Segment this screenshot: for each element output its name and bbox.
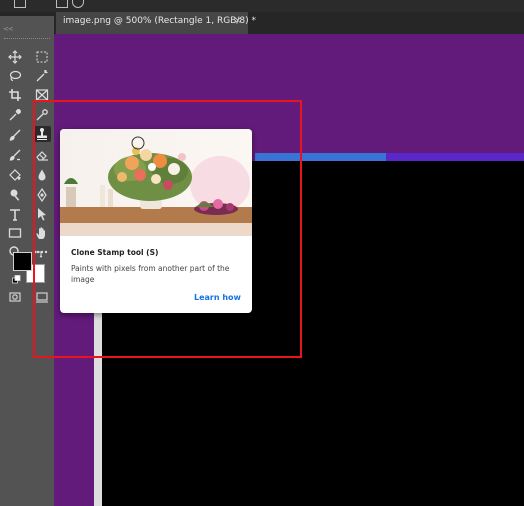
move-tool[interactable] — [6, 49, 24, 65]
highlight-box — [33, 100, 302, 358]
magic-wand-icon — [36, 70, 48, 82]
settings-icon[interactable] — [72, 0, 84, 8]
crop-icon — [9, 89, 21, 101]
eyedropper-icon — [9, 109, 21, 121]
options-bar — [0, 0, 524, 12]
move-icon — [8, 50, 22, 64]
quick-mask-button[interactable] — [6, 289, 24, 305]
close-icon[interactable]: × — [234, 16, 242, 26]
lasso-tool[interactable] — [6, 68, 24, 84]
dodge-icon — [10, 189, 20, 201]
foreground-color-swatch[interactable] — [13, 252, 32, 271]
tool-preset-icon[interactable] — [56, 0, 68, 8]
artboard-icon — [36, 51, 48, 63]
dodge-tool[interactable] — [6, 187, 24, 203]
rectangle-icon — [8, 228, 22, 238]
default-colors-icon[interactable] — [12, 275, 21, 284]
magic-wand-tool[interactable] — [33, 68, 51, 84]
collapse-panel-icon[interactable]: << — [3, 25, 14, 33]
rectangle-tool[interactable] — [6, 225, 24, 241]
artboard-tool[interactable] — [33, 49, 51, 65]
type-icon — [10, 209, 20, 221]
history-brush-tool[interactable] — [6, 147, 24, 163]
document-tab[interactable]: image.png @ 500% (Rectangle 1, RGB/8) * … — [56, 12, 256, 34]
panel-grip[interactable] — [4, 38, 50, 40]
paint-bucket-tool[interactable] — [6, 167, 24, 183]
lasso-icon — [9, 70, 22, 82]
paint-bucket-icon — [9, 169, 21, 181]
canvas-violet-bar — [386, 153, 524, 161]
type-tool[interactable] — [6, 206, 24, 222]
brush-tool[interactable] — [6, 127, 24, 143]
history-brush-icon — [9, 149, 21, 161]
crop-tool[interactable] — [6, 87, 24, 103]
document-tab-title: image.png @ 500% (Rectangle 1, RGB/8) * — [63, 16, 257, 26]
home-icon[interactable] — [14, 0, 26, 8]
brush-icon — [9, 129, 21, 141]
quick-mask-icon — [9, 292, 21, 302]
eyedropper-tool[interactable] — [6, 107, 24, 123]
